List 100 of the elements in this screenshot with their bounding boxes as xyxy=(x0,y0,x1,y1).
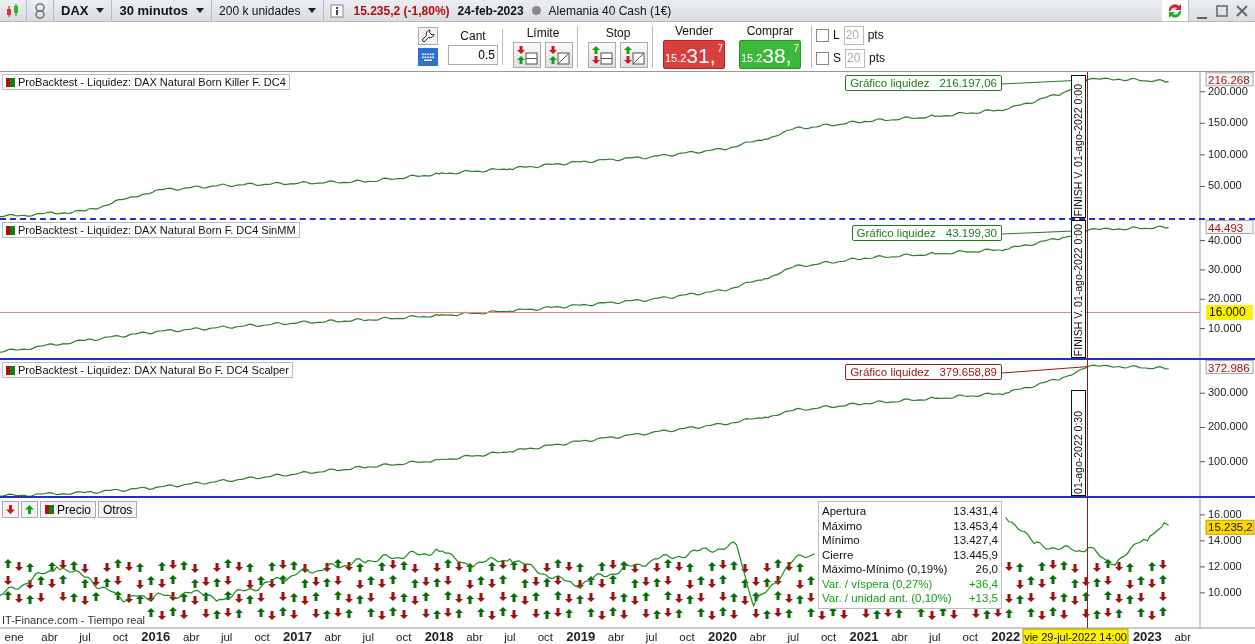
date-marker: FINISH V. 01-ago-2022 0:00 xyxy=(1071,220,1086,358)
wrench-icon xyxy=(421,29,435,43)
points-unit-label: pts xyxy=(867,28,884,42)
tooltip-value: 13.445,9 xyxy=(953,547,998,562)
axis-tick-label: abr xyxy=(1174,631,1192,643)
axis-tick-label: abr xyxy=(41,631,58,643)
refresh-button[interactable] xyxy=(1162,0,1188,21)
points-unit-label: pts xyxy=(869,51,886,65)
axis-tick-label: 150.000 xyxy=(1208,116,1248,129)
last-price-tag: 15.235,2 xyxy=(1205,519,1255,535)
tooltip-value: +13,5 xyxy=(968,591,998,606)
axis-tick-label: oct xyxy=(820,631,837,643)
chart-menu-button[interactable]: Otros xyxy=(98,501,138,518)
axis-tick-label: 300.000 xyxy=(1208,386,1248,399)
axis-tick-label: abr xyxy=(607,631,625,643)
caret-icon xyxy=(308,8,317,13)
axis-tick-label: 10.000 xyxy=(1208,585,1242,598)
axis-tick-label: 30.000 xyxy=(1208,262,1242,275)
stop-order-button[interactable] xyxy=(588,41,616,68)
axis-tick-label: 40.000 xyxy=(1208,233,1242,246)
axis-tick-label: 200.000 xyxy=(1208,420,1248,433)
axis-tick-label: oct xyxy=(396,631,412,643)
data-source-text: IT-Finance.com - Tiempo real xyxy=(2,614,146,626)
stop-label: Stop xyxy=(605,25,631,40)
axis-tick-label: jul xyxy=(79,631,91,643)
axis-tick-label: 2021 xyxy=(849,629,879,644)
axis-tick-label: abr xyxy=(182,631,200,643)
date-marker: 01-ago-2022 0:30 xyxy=(1071,390,1086,496)
order-icon xyxy=(548,44,570,65)
axis-tick-label: 2019 xyxy=(566,629,596,644)
keyboard-icon xyxy=(421,52,435,62)
indicator-legend[interactable]: ProBacktest - Liquidez: DAX Natural Born Killer F. DC4 xyxy=(2,74,290,90)
axis-tick-label: 2018 xyxy=(424,629,454,644)
points-input[interactable]: 20 xyxy=(843,25,864,45)
quantity-input[interactable]: 0.5 xyxy=(448,44,498,65)
indicator-legend[interactable]: ProBacktest - Liquidez: DAX Natural Bo F. DC4 Scalper xyxy=(2,362,293,378)
checkbox-label: S xyxy=(833,51,841,65)
axis-tick-label: 100.000 xyxy=(1208,147,1248,160)
axis-tick-label: abr xyxy=(466,631,483,643)
tooltip-value: +36,4 xyxy=(968,576,998,591)
market-name-text: Alemania 40 Cash (1€) xyxy=(548,3,672,18)
close-icon xyxy=(1236,4,1248,17)
axis-tick-label: 2020 xyxy=(707,629,737,644)
order-side-label: Vender xyxy=(674,24,713,38)
axis-tick-label: 16.000 xyxy=(1208,507,1242,520)
axis-tick-label: ene xyxy=(4,631,24,643)
instrument-dropdown[interactable]: DAX xyxy=(54,0,113,21)
axis-tick-label: jul xyxy=(220,631,233,643)
status-dot-icon xyxy=(531,6,541,15)
axis-tick-label: 12.000 xyxy=(1208,559,1242,572)
axis-tick-label: 2017 xyxy=(283,629,312,644)
equity-value-tag: Gráfico liquidez 43.199,30 xyxy=(851,225,1002,241)
axis-tick-label: oct xyxy=(537,631,553,643)
order-icon xyxy=(591,44,613,65)
up-arrow-icon xyxy=(24,504,35,515)
price-change-text: 15.235,2 (-1,80%) xyxy=(353,3,450,18)
refresh-icon xyxy=(1166,1,1184,20)
tooltip-label: Apertura xyxy=(822,504,867,519)
caret-icon xyxy=(196,8,205,13)
sell-arrow-button[interactable] xyxy=(2,501,19,518)
order-icon xyxy=(516,44,538,65)
axis-tick-label: jul xyxy=(929,631,941,643)
equity-value-tag: Gráfico liquidez 379.658,89 xyxy=(845,364,1002,380)
chart-menu-button[interactable]: Precio xyxy=(40,501,96,518)
quantity-label: Cant xyxy=(460,28,486,43)
limit-order-button[interactable] xyxy=(545,41,573,68)
link-icon[interactable] xyxy=(32,2,48,19)
tooltip-value: 13.453,4 xyxy=(953,518,998,533)
limit-order-button[interactable] xyxy=(513,41,541,68)
axis-tick-label: 2023 xyxy=(1132,629,1162,644)
units-dropdown[interactable]: 200 k unidades xyxy=(212,0,325,21)
axis-tick-label: oct xyxy=(679,631,695,643)
last-value-tag: 216.268 xyxy=(1205,72,1254,87)
tooltip-label: Var. / unidad ant. (0,10%) xyxy=(822,591,952,606)
info-icon[interactable] xyxy=(329,2,346,19)
buy-arrow-button[interactable] xyxy=(21,501,38,518)
axis-tick-label: 100.000 xyxy=(1208,454,1248,467)
axis-tick-label: oct xyxy=(112,631,129,643)
keyboard-button[interactable] xyxy=(418,48,438,66)
level-tag: 16.000 xyxy=(1206,305,1253,320)
axis-tick-label: 2016 xyxy=(141,629,171,644)
last-value-tag: 372.986 xyxy=(1205,360,1254,374)
axis-tick-label: 10.000 xyxy=(1208,321,1242,334)
checkbox[interactable] xyxy=(816,51,829,65)
indicator-legend[interactable]: ProBacktest - Liquidez: DAX Natural Born F. DC4 SinMM xyxy=(2,222,300,238)
candlestick-icon[interactable] xyxy=(5,2,21,19)
checkbox[interactable] xyxy=(816,28,829,42)
tooltip-label: Mínimo xyxy=(822,533,860,548)
stop-order-button[interactable] xyxy=(620,41,648,68)
points-input[interactable]: 20 xyxy=(845,48,865,68)
date-marker: FINISH V. 01-ago-2022 0:00 xyxy=(1071,75,1086,218)
axis-tick-label: 20.000 xyxy=(1208,292,1242,305)
maximize-icon xyxy=(1216,4,1228,17)
order-side-label: Comprar xyxy=(746,24,794,38)
tooltip-value: 26,0 xyxy=(975,562,998,577)
timeframe-dropdown[interactable]: 30 minutos xyxy=(112,0,213,21)
tooltip-label: Máximo xyxy=(822,518,863,533)
axis-tick-label: jul xyxy=(787,631,799,643)
axis-tick-label: 2022 xyxy=(991,629,1021,644)
settings-button[interactable] xyxy=(418,27,438,45)
